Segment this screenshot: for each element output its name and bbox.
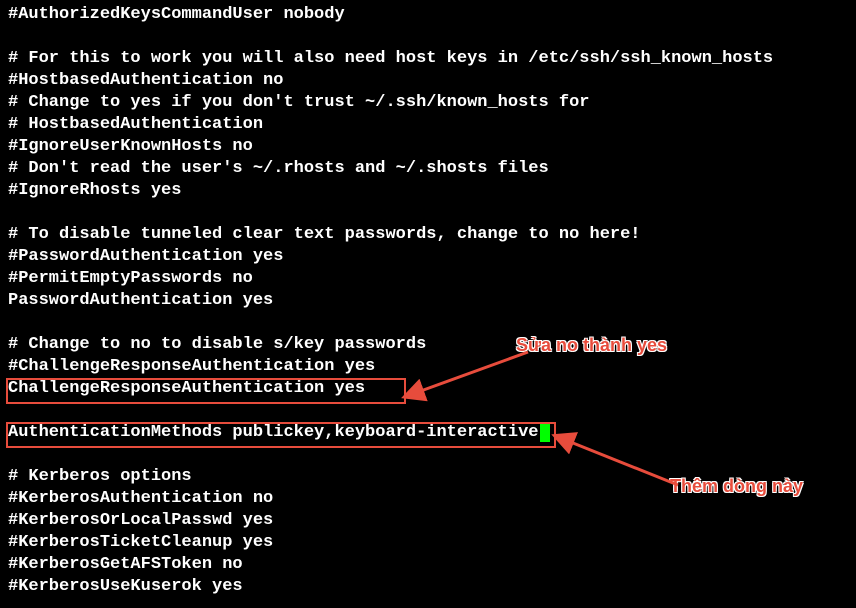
config-line: #PasswordAuthentication yes — [8, 246, 848, 268]
config-line: #KerberosGetAFSToken no — [8, 554, 848, 576]
config-line: #AuthorizedKeysCommandUser nobody — [8, 4, 848, 26]
config-line: #IgnoreRhosts yes — [8, 180, 848, 202]
config-line — [8, 444, 848, 466]
config-line — [8, 202, 848, 224]
config-line: #KerberosTicketCleanup yes — [8, 532, 848, 554]
config-line: # To disable tunneled clear text passwor… — [8, 224, 848, 246]
config-line: #KerberosUseKuserok yes — [8, 576, 848, 598]
config-line: # Change to yes if you don't trust ~/.ss… — [8, 92, 848, 114]
config-line: ChallengeResponseAuthentication yes — [8, 378, 848, 400]
config-line: #HostbasedAuthentication no — [8, 70, 848, 92]
config-line: # For this to work you will also need ho… — [8, 48, 848, 70]
config-line — [8, 312, 848, 334]
config-line: # HostbasedAuthentication — [8, 114, 848, 136]
config-line: #ChallengeResponseAuthentication yes — [8, 356, 848, 378]
config-line: PasswordAuthentication yes — [8, 290, 848, 312]
config-line: #PermitEmptyPasswords no — [8, 268, 848, 290]
terminal-cursor — [540, 424, 550, 442]
config-line: # Kerberos options — [8, 466, 848, 488]
config-line: AuthenticationMethods publickey,keyboard… — [8, 422, 848, 444]
config-line: #KerberosAuthentication no — [8, 488, 848, 510]
config-line — [8, 26, 848, 48]
config-line: #KerberosOrLocalPasswd yes — [8, 510, 848, 532]
config-line: #IgnoreUserKnownHosts no — [8, 136, 848, 158]
config-line: # Don't read the user's ~/.rhosts and ~/… — [8, 158, 848, 180]
config-line — [8, 400, 848, 422]
config-line: # Change to no to disable s/key password… — [8, 334, 848, 356]
terminal-output: #AuthorizedKeysCommandUser nobody # For t… — [8, 4, 848, 598]
